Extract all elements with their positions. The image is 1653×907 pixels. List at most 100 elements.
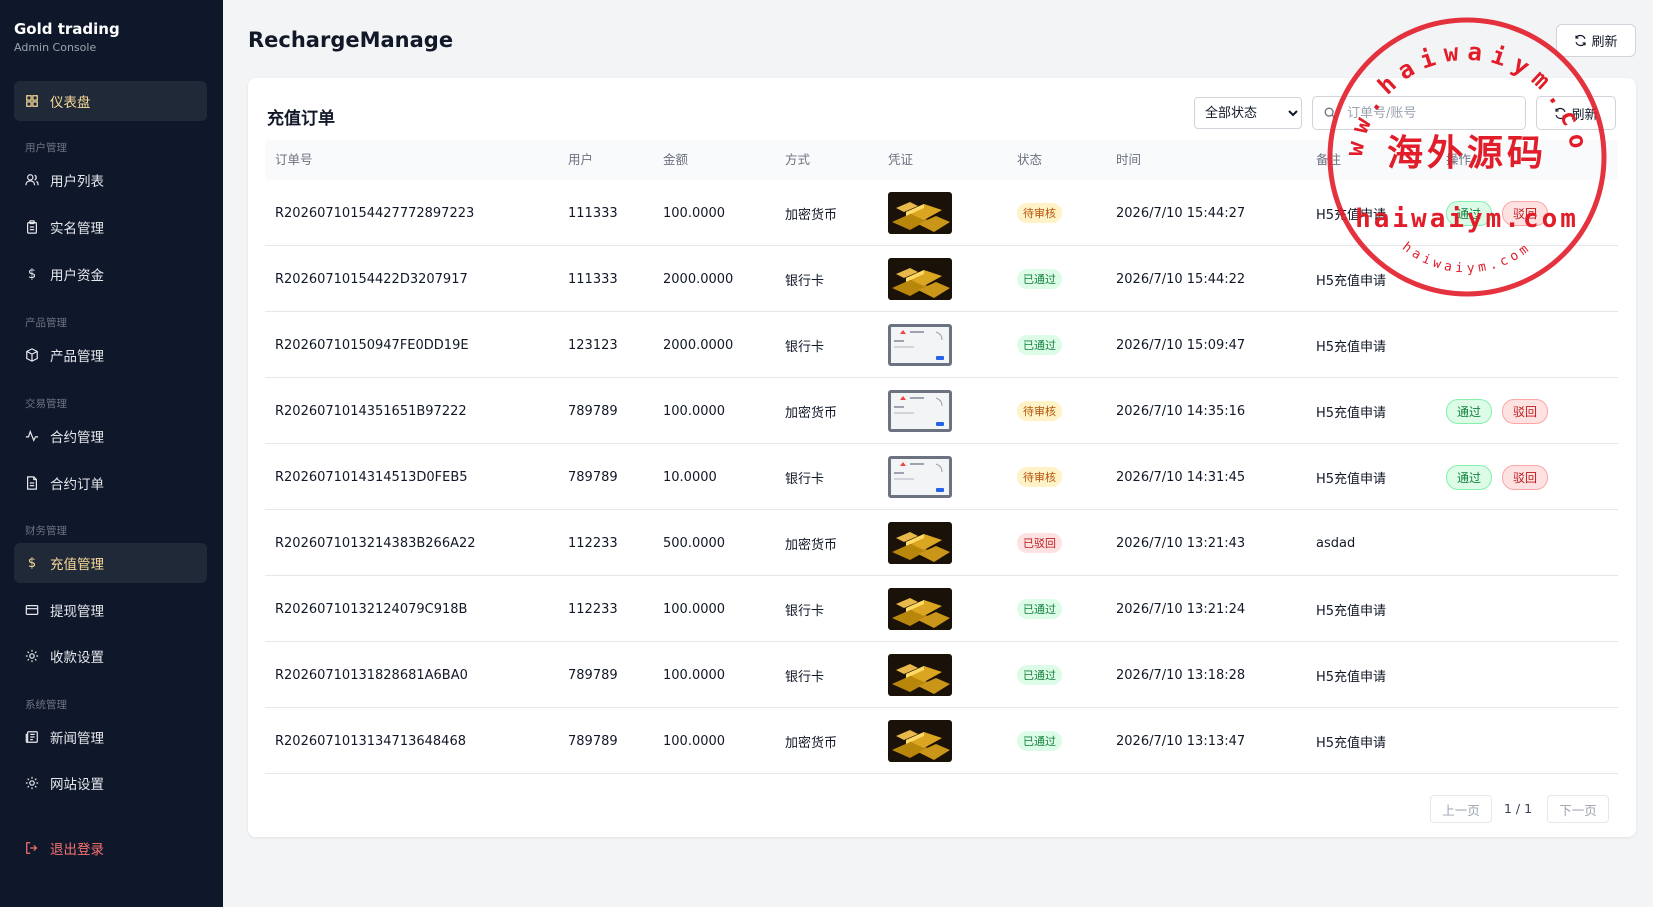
card-title: 充值订单 bbox=[267, 109, 335, 129]
table-row: R20260710132124079C918B 112233 100.0000 银行卡… bbox=[265, 576, 1618, 642]
cell-method: 银行卡 bbox=[785, 273, 825, 289]
cell-status: 已通过 bbox=[1017, 246, 1062, 312]
table-row: R20260710150947FE0DD19E 123123 2000.0000 银行… bbox=[265, 312, 1618, 378]
cell-user: 789789 bbox=[568, 403, 618, 419]
cell-proof bbox=[888, 312, 952, 378]
nav-contract-orders-label: 合约订单 bbox=[50, 477, 104, 493]
cell-amount: 100.0000 bbox=[663, 403, 726, 419]
nav-product-manage[interactable]: 产品管理 bbox=[14, 335, 207, 375]
cell-user: 789789 bbox=[568, 667, 618, 683]
cell-user: 112233 bbox=[568, 601, 618, 617]
reject-button[interactable]: 驳回 bbox=[1502, 398, 1549, 424]
dollar-icon: $ bbox=[27, 555, 37, 571]
cell-actions: 通过 驳回 bbox=[1446, 444, 1558, 510]
proof-thumbnail[interactable] bbox=[888, 522, 952, 564]
search-icon bbox=[1324, 107, 1336, 119]
logout-label: 退出登录 bbox=[50, 842, 104, 858]
card-refresh-label: 刷新 bbox=[1571, 107, 1598, 123]
refresh-icon bbox=[1575, 34, 1587, 47]
cell-note: H5充值申请 bbox=[1316, 405, 1387, 421]
proof-thumbnail[interactable] bbox=[888, 456, 952, 498]
proof-thumbnail[interactable] bbox=[888, 390, 952, 432]
table-row: R20260710154427772897223 111333 100.0000 加密… bbox=[265, 180, 1618, 246]
cell-order-no: R2026071014351651B97222 bbox=[275, 403, 467, 419]
nav-site-settings-label: 网站设置 bbox=[50, 777, 104, 793]
approve-button[interactable]: 通过 bbox=[1446, 398, 1493, 424]
table-body: R20260710154427772897223 111333 100.0000 加密… bbox=[265, 180, 1618, 774]
header-user: 用户 bbox=[568, 152, 594, 167]
next-page-button[interactable]: 下一页 bbox=[1547, 795, 1609, 823]
cell-note: H5充值申请 bbox=[1316, 339, 1387, 355]
logout-icon bbox=[24, 840, 40, 856]
page-info: 1 / 1 bbox=[1504, 801, 1533, 816]
cell-status: 待审核 bbox=[1017, 180, 1062, 246]
reject-button[interactable]: 驳回 bbox=[1502, 464, 1549, 490]
cell-proof bbox=[888, 378, 952, 444]
header-method: 方式 bbox=[785, 152, 811, 167]
header-amount: 金额 bbox=[663, 152, 689, 167]
cell-method: 加密货币 bbox=[785, 207, 838, 223]
cell-note: H5充值申请 bbox=[1316, 207, 1387, 223]
status-badge: 已通过 bbox=[1017, 665, 1062, 685]
proof-thumbnail[interactable] bbox=[888, 324, 952, 366]
cell-amount: 500.0000 bbox=[663, 535, 726, 551]
header-refresh-button[interactable]: 刷新 bbox=[1556, 24, 1636, 57]
cell-status: 已通过 bbox=[1017, 576, 1062, 642]
cell-time: 2026/7/10 13:18:28 bbox=[1116, 667, 1246, 683]
nav-group-products: 产品管理 bbox=[25, 317, 67, 329]
reject-button[interactable]: 驳回 bbox=[1502, 200, 1549, 226]
cell-user: 789789 bbox=[568, 733, 618, 749]
nav-user-list[interactable]: 用户列表 bbox=[14, 160, 207, 200]
nav-kyc[interactable]: 实名管理 bbox=[14, 207, 207, 247]
proof-thumbnail[interactable] bbox=[888, 258, 952, 300]
status-badge: 待审核 bbox=[1017, 401, 1062, 421]
cell-proof bbox=[888, 576, 952, 642]
nav-site-settings[interactable]: 网站设置 bbox=[14, 763, 207, 803]
cell-time: 2026/7/10 13:21:24 bbox=[1116, 601, 1246, 617]
nav-news-manage-label: 新闻管理 bbox=[50, 731, 104, 747]
status-filter-select[interactable]: 全部状态 bbox=[1194, 97, 1302, 129]
search-input[interactable] bbox=[1347, 105, 1517, 121]
nav-dashboard[interactable]: 仪表盘 bbox=[14, 81, 207, 121]
approve-button[interactable]: 通过 bbox=[1446, 200, 1493, 226]
status-badge: 已通过 bbox=[1017, 335, 1062, 355]
prev-page-button[interactable]: 上一页 bbox=[1430, 795, 1492, 823]
status-badge: 待审核 bbox=[1017, 203, 1062, 223]
cell-status: 已通过 bbox=[1017, 708, 1062, 774]
proof-thumbnail[interactable] bbox=[888, 588, 952, 630]
search-box[interactable] bbox=[1312, 96, 1526, 130]
cell-actions: 通过 驳回 bbox=[1446, 378, 1558, 444]
proof-thumbnail[interactable] bbox=[888, 192, 952, 234]
cell-proof bbox=[888, 642, 952, 708]
cell-time: 2026/7/10 15:09:47 bbox=[1116, 337, 1246, 353]
header-status: 状态 bbox=[1017, 152, 1043, 167]
table-row: R2026071014351651B97222 789789 100.0000 加密货… bbox=[265, 378, 1618, 444]
nav-group-system: 系统管理 bbox=[25, 699, 67, 711]
status-badge: 已通过 bbox=[1017, 599, 1062, 619]
table-header: 订单号 用户 金额 方式 凭证 状态 时间 备注 操作 bbox=[265, 140, 1618, 180]
nav-recharge-manage[interactable]: $ 充值管理 bbox=[14, 543, 207, 583]
gear-icon bbox=[24, 775, 40, 791]
brand-subtitle: Admin Console bbox=[14, 41, 97, 54]
dollar-icon: $ bbox=[27, 266, 37, 282]
header-time: 时间 bbox=[1116, 152, 1142, 167]
nav-payment-settings[interactable]: 收款设置 bbox=[14, 636, 207, 676]
nav-withdraw-manage-label: 提现管理 bbox=[50, 604, 104, 620]
approve-button[interactable]: 通过 bbox=[1446, 464, 1493, 490]
nav-withdraw-manage[interactable]: 提现管理 bbox=[14, 590, 207, 630]
nav-contract-manage[interactable]: 合约管理 bbox=[14, 416, 207, 456]
nav-group-trading: 交易管理 bbox=[25, 398, 67, 410]
header-note: 备注 bbox=[1316, 152, 1342, 167]
refresh-icon bbox=[1555, 107, 1567, 119]
cell-order-no: R2026071013134713648468 bbox=[275, 733, 466, 749]
nav-contract-orders[interactable]: 合约订单 bbox=[14, 463, 207, 503]
card-refresh-button[interactable]: 刷新 bbox=[1536, 96, 1616, 130]
proof-thumbnail[interactable] bbox=[888, 720, 952, 762]
nav-news-manage[interactable]: 新闻管理 bbox=[14, 717, 207, 757]
nav-user-funds[interactable]: $ 用户资金 bbox=[14, 254, 207, 294]
proof-thumbnail[interactable] bbox=[888, 654, 952, 696]
cell-time: 2026/7/10 14:31:45 bbox=[1116, 469, 1246, 485]
logout-button[interactable]: 退出登录 bbox=[14, 828, 207, 868]
header-actions: 操作 bbox=[1446, 152, 1472, 167]
cell-method: 加密货币 bbox=[785, 537, 838, 553]
